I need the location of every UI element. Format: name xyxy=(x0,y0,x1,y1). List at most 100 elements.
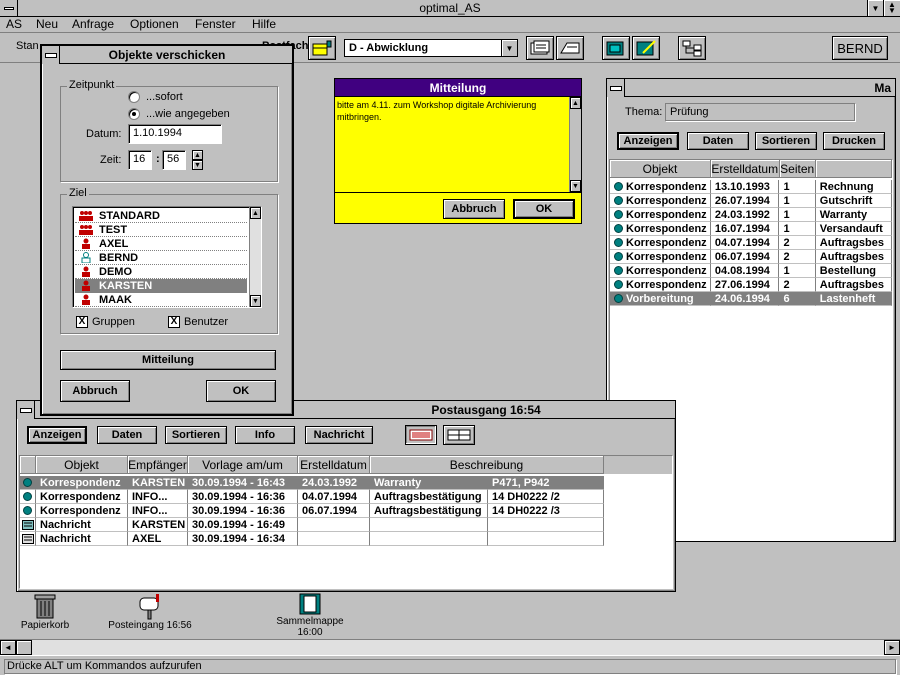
toolbar-doc-button[interactable] xyxy=(526,36,554,60)
table-row[interactable]: Vorbereitung 24.06.1994 6 Lastenheft xyxy=(610,292,892,306)
toolbar-mail-button[interactable] xyxy=(308,36,336,60)
menu-optionen[interactable]: Optionen xyxy=(130,17,179,31)
desktop-posteingang[interactable]: Posteingang 16:56 xyxy=(104,592,196,631)
menu-fenster[interactable]: Fenster xyxy=(195,17,236,31)
postfach-select[interactable]: D - Abwicklung ▼ xyxy=(344,39,518,57)
table-row[interactable]: Korrespondenz 04.08.1994 1 Bestellung xyxy=(610,264,892,278)
postausgang-system-menu-button[interactable] xyxy=(17,401,35,419)
hscroll-thumb[interactable] xyxy=(16,640,32,655)
mitteilung-titlebar[interactable]: Mitteilung xyxy=(335,79,581,97)
check-benutzer-label[interactable]: Benutzer xyxy=(184,316,228,328)
pa-col-empfaenger[interactable]: Empfänger xyxy=(128,456,188,474)
menu-hilfe[interactable]: Hilfe xyxy=(252,17,276,31)
pa-col-objekt[interactable]: Objekt xyxy=(36,456,128,474)
table-row[interactable]: Korrespondenz 26.07.1994 1 Gutschrift xyxy=(610,194,892,208)
menu-anfrage[interactable]: Anfrage xyxy=(72,17,114,31)
mappe-col-beschreibung[interactable] xyxy=(815,160,892,178)
table-row[interactable]: Korrespondenz 04.07.1994 2 Auftragsbes xyxy=(610,236,892,250)
minimize-button[interactable]: ▼ xyxy=(867,0,883,16)
mappe-titlebar[interactable]: Ma xyxy=(607,79,895,97)
toolbar-fax-button[interactable] xyxy=(556,36,584,60)
main-horizontal-scrollbar[interactable]: ◄ ► xyxy=(0,639,900,655)
hscroll-left-button[interactable]: ◄ xyxy=(0,640,16,655)
mappe-col-objekt[interactable]: Objekt xyxy=(610,160,711,178)
pa-col-erstelldatum[interactable]: Erstelldatum xyxy=(298,456,370,474)
recipient-item[interactable]: TEST xyxy=(75,223,247,237)
table-row[interactable]: Korrespondenz 13.10.1993 1 Rechnung xyxy=(610,180,892,194)
mappe-col-seiten[interactable]: Seiten xyxy=(779,160,816,178)
scroll-up-button[interactable]: ▲ xyxy=(250,207,261,219)
desktop-sammelmappe[interactable]: Sammelmappe 16:00 xyxy=(270,592,350,638)
postausgang-anzeigen-button[interactable]: Anzeigen xyxy=(27,426,87,444)
toolbar-tree-button[interactable] xyxy=(678,36,706,60)
thema-field[interactable]: Prüfung xyxy=(665,103,855,121)
postausgang-sortieren-button[interactable]: Sortieren xyxy=(165,426,227,444)
mappe-sortieren-button[interactable]: Sortieren xyxy=(755,132,817,150)
pa-col-vorlage[interactable]: Vorlage am/um xyxy=(188,456,298,474)
mitteilung-scrollbar[interactable]: ▲ ▼ xyxy=(569,97,581,192)
radio-sofort-label[interactable]: ...sofort xyxy=(146,91,183,103)
postfach-dropdown-button[interactable]: ▼ xyxy=(501,40,517,56)
mitteilung-ok-button[interactable]: OK xyxy=(513,199,575,219)
send-dialog-titlebar[interactable]: Objekte verschicken xyxy=(42,46,292,64)
pa-col-beschreibung[interactable]: Beschreibung xyxy=(370,456,604,474)
recipient-item[interactable]: AXEL xyxy=(75,237,247,251)
postausgang-info-button[interactable]: Info xyxy=(235,426,295,444)
scroll-down-button[interactable]: ▼ xyxy=(250,295,261,307)
zeit-spinner[interactable]: ▲ ▼ xyxy=(192,150,203,170)
recipient-item[interactable]: DEMO xyxy=(75,265,247,279)
table-row[interactable]: Korrespondenz KARSTEN 30.09.1994 - 16:43 24… xyxy=(20,476,672,490)
postausgang-nachricht-button[interactable]: Nachricht xyxy=(305,426,373,444)
table-row[interactable]: Korrespondenz INFO... 30.09.1994 - 16:36 06… xyxy=(20,504,672,518)
mitteilung-text-area[interactable]: bitte am 4.11. zum Workshop digitale Arc… xyxy=(335,97,581,193)
menu-as[interactable]: AS xyxy=(6,17,22,31)
mappe-col-erstelldatum[interactable]: Erstelldatum xyxy=(710,160,780,178)
document-status-icon xyxy=(614,224,623,233)
mitteilung-scroll-up-button[interactable]: ▲ xyxy=(570,97,581,109)
recipient-item[interactable]: KARSTEN xyxy=(75,279,247,293)
zeit-minute-field[interactable]: 56 xyxy=(162,150,186,170)
recipient-scrollbar[interactable]: ▲ ▼ xyxy=(249,207,261,307)
radio-wie-angegeben[interactable] xyxy=(128,108,140,120)
user-button[interactable]: BERND xyxy=(832,36,888,60)
toolbar-folder-send-button[interactable] xyxy=(602,36,630,60)
datum-field[interactable]: 1.10.1994 xyxy=(128,124,222,144)
table-row[interactable]: Korrespondenz INFO... 30.09.1994 - 16:36 04… xyxy=(20,490,672,504)
mappe-daten-button[interactable]: Daten xyxy=(687,132,749,150)
radio-sofort[interactable] xyxy=(128,91,140,103)
recipient-item[interactable]: BERND xyxy=(75,251,247,265)
table-row[interactable]: Korrespondenz 24.03.1992 1 Warranty xyxy=(610,208,892,222)
zeit-hour-field[interactable]: 16 xyxy=(128,150,152,170)
mitteilung-button[interactable]: Mitteilung xyxy=(60,350,276,370)
table-row[interactable]: Korrespondenz 06.07.1994 2 Auftragsbes xyxy=(610,250,892,264)
radio-wie-angegeben-label[interactable]: ...wie angegeben xyxy=(146,108,230,120)
mappe-anzeigen-button[interactable]: Anzeigen xyxy=(617,132,679,150)
send-dialog-system-menu-button[interactable] xyxy=(42,46,60,64)
toolbar-folder-edit-button[interactable] xyxy=(632,36,660,60)
table-row[interactable]: Nachricht AXEL 30.09.1994 - 16:34 xyxy=(20,532,672,546)
send-ok-button[interactable]: OK xyxy=(206,380,276,402)
recipient-item[interactable]: STANDARD xyxy=(75,209,247,223)
view-list-button[interactable] xyxy=(405,425,437,445)
hscroll-right-button[interactable]: ► xyxy=(884,640,900,655)
send-abbruch-button[interactable]: Abbruch xyxy=(60,380,130,402)
mappe-system-menu-button[interactable] xyxy=(607,79,625,97)
check-benutzer[interactable]: X xyxy=(168,316,180,328)
mappe-drucken-button[interactable]: Drucken xyxy=(823,132,885,150)
postausgang-daten-button[interactable]: Daten xyxy=(97,426,157,444)
recipient-item[interactable]: MAAK xyxy=(75,293,247,307)
check-gruppen[interactable]: X xyxy=(76,316,88,328)
table-row[interactable]: Korrespondenz 27.06.1994 2 Auftragsbes xyxy=(610,278,892,292)
table-row[interactable]: Nachricht KARSTEN 30.09.1994 - 16:49 xyxy=(20,518,672,532)
app-system-menu-button[interactable] xyxy=(0,0,18,16)
mitteilung-abbruch-button[interactable]: Abbruch xyxy=(443,199,505,219)
spin-down-button[interactable]: ▼ xyxy=(192,160,203,170)
check-gruppen-label[interactable]: Gruppen xyxy=(92,316,135,328)
menu-neu[interactable]: Neu xyxy=(36,17,58,31)
view-grid-button[interactable] xyxy=(443,425,475,445)
restore-button[interactable]: ▲ ▼ xyxy=(883,0,900,16)
desktop-papierkorb[interactable]: Papierkorb xyxy=(20,592,70,631)
mitteilung-scroll-down-button[interactable]: ▼ xyxy=(570,180,581,192)
spin-up-button[interactable]: ▲ xyxy=(192,150,203,160)
table-row[interactable]: Korrespondenz 16.07.1994 1 Versandauft xyxy=(610,222,892,236)
